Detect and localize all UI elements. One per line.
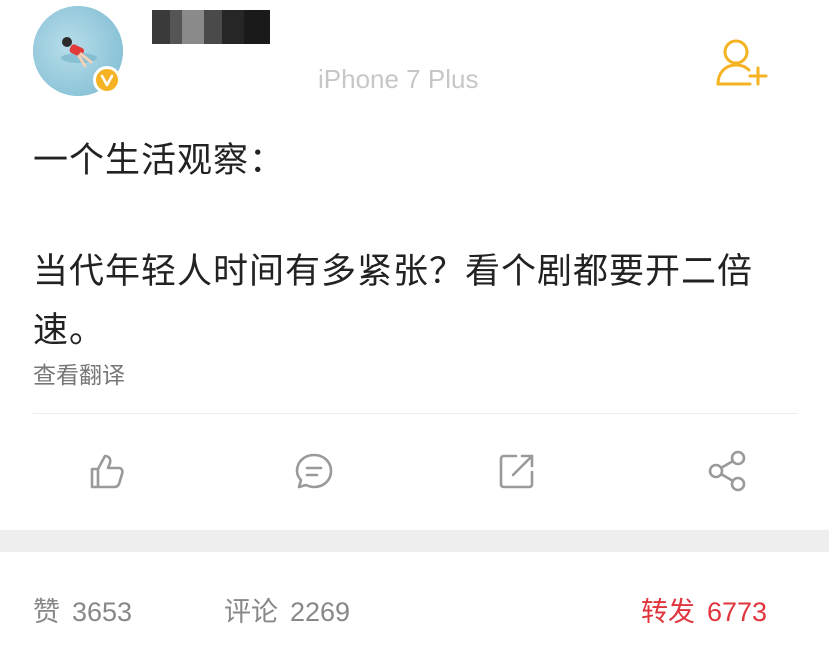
username-redacted[interactable] bbox=[152, 10, 270, 44]
post-text-line: 速。 bbox=[33, 311, 106, 351]
likes-count: 3653 bbox=[72, 597, 133, 627]
avatar[interactable] bbox=[33, 6, 123, 96]
reposts-label: 转发 bbox=[641, 597, 695, 628]
comment-button[interactable] bbox=[290, 447, 338, 495]
source-redaction bbox=[165, 60, 315, 100]
comment-bubble-icon bbox=[295, 453, 333, 489]
add-user-icon[interactable] bbox=[712, 32, 772, 92]
share-nodes-icon bbox=[708, 450, 746, 492]
external-forward-icon bbox=[499, 454, 534, 489]
reposts-count: 6773 bbox=[707, 597, 768, 627]
post-text-line: 当代年轻人时间有多紧张？看个剧都要开二倍 bbox=[33, 252, 754, 292]
verified-badge-icon bbox=[93, 66, 121, 94]
reposts-stat[interactable]: 转发 6773 bbox=[641, 590, 767, 629]
comments-count: 2269 bbox=[290, 597, 351, 627]
comments-label: 评论 bbox=[224, 597, 278, 628]
section-separator bbox=[0, 530, 829, 552]
divider bbox=[33, 413, 798, 414]
like-button[interactable] bbox=[82, 447, 130, 495]
thumb-up-icon bbox=[90, 454, 124, 489]
comments-stat[interactable]: 评论 2269 bbox=[224, 590, 350, 629]
likes-stat[interactable]: 赞 3653 bbox=[33, 590, 132, 629]
translate-link[interactable]: 查看翻译 bbox=[33, 356, 125, 390]
post-text-line: 一个生活观察： bbox=[33, 141, 286, 181]
post-source-device: iPhone 7 Plus bbox=[318, 64, 479, 94]
forward-button[interactable] bbox=[493, 447, 541, 495]
likes-label: 赞 bbox=[33, 597, 60, 628]
share-button[interactable] bbox=[703, 447, 751, 495]
weibo-post: iPhone 7 Plus iPhone 7 Plus 一个生活观察： 当代年轻… bbox=[0, 0, 829, 530]
